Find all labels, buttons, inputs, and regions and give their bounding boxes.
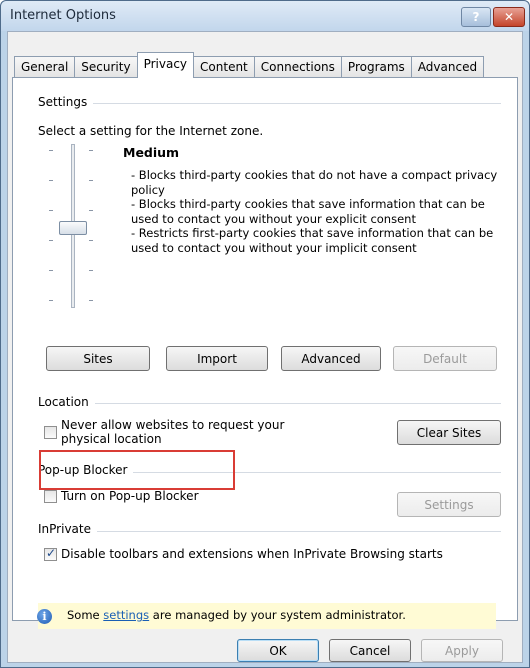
apply-button[interactable]: Apply [421, 639, 503, 662]
turn-on-popup-blocker-label: Turn on Pop-up Blocker [61, 489, 199, 503]
settings-group-divider [87, 103, 501, 104]
default-button[interactable]: Default [393, 346, 497, 371]
title-bar[interactable]: Internet Options ? ✕ [1, 1, 529, 31]
disable-toolbars-inprivate-label: Disable toolbars and extensions when InP… [61, 547, 443, 561]
info-icon: i [37, 609, 52, 624]
settings-link[interactable]: settings [103, 608, 149, 622]
internet-options-window: Internet Options ? ✕ General Security Pr… [0, 0, 530, 668]
settings-group-label: Settings [38, 95, 94, 109]
popup-settings-button[interactable]: Settings [397, 492, 501, 517]
window-title: Internet Options [10, 8, 116, 23]
turn-on-popup-blocker-checkbox[interactable] [44, 490, 57, 503]
slider-thumb[interactable] [59, 221, 87, 235]
highlight-box [39, 450, 235, 490]
privacy-tab-panel: Settings Select a setting for the Intern… [12, 77, 518, 621]
dialog-client-area: General Security Privacy Content Connect… [7, 31, 523, 663]
description-line: - Restricts first-party cookies that sav… [131, 226, 494, 255]
privacy-level-title: Medium [123, 145, 180, 160]
managed-settings-notice: Some settings are managed by your system… [38, 603, 496, 629]
tab-general[interactable]: General [14, 56, 76, 78]
location-group-divider [91, 403, 501, 404]
tab-connections[interactable]: Connections [253, 56, 342, 78]
inprivate-group-label: InPrivate [38, 522, 97, 536]
tab-privacy[interactable]: Privacy [136, 52, 195, 78]
import-button[interactable]: Import [166, 346, 268, 371]
description-line: - Blocks third-party cookies that save i… [131, 197, 485, 226]
location-group-label: Location [38, 395, 95, 409]
advanced-button[interactable]: Advanced [281, 346, 381, 371]
tab-programs[interactable]: Programs [340, 56, 412, 78]
cancel-button[interactable]: Cancel [329, 639, 411, 662]
close-button[interactable]: ✕ [493, 7, 525, 27]
clear-sites-button[interactable]: Clear Sites [397, 420, 501, 445]
description-line: - Blocks third-party cookies that do not… [131, 168, 498, 197]
notice-text: Some settings are managed by your system… [67, 608, 406, 622]
help-icon: ? [472, 10, 480, 24]
sites-button[interactable]: Sites [46, 346, 150, 371]
inprivate-group-divider [91, 531, 501, 532]
tab-advanced[interactable]: Advanced [410, 56, 485, 78]
tab-security[interactable]: Security [74, 56, 138, 78]
tab-content[interactable]: Content [193, 56, 255, 78]
never-allow-location-label: Never allow websites to request your phy… [61, 418, 285, 446]
disable-toolbars-inprivate-checkbox[interactable] [44, 546, 57, 561]
privacy-level-description: - Blocks third-party cookies that do not… [131, 168, 503, 255]
never-allow-location-checkbox[interactable] [44, 426, 57, 439]
settings-intro-text: Select a setting for the Internet zone. [38, 124, 264, 138]
help-button[interactable]: ? [461, 7, 491, 27]
tab-strip: General Security Privacy Content Connect… [14, 52, 485, 78]
ok-button[interactable]: OK [237, 639, 319, 662]
close-icon: ✕ [503, 10, 515, 24]
